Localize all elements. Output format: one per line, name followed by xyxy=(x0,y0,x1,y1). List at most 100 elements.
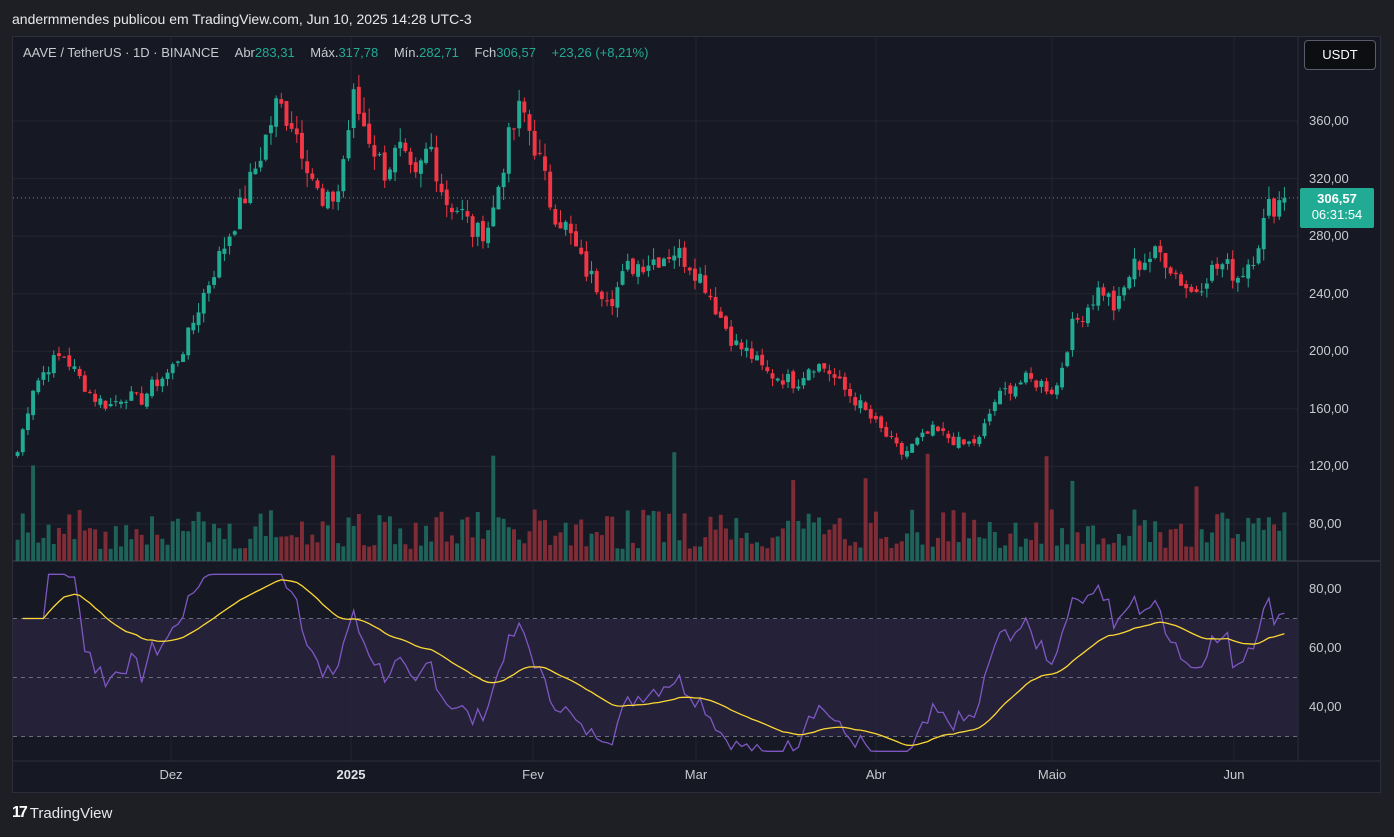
volume-bar xyxy=(729,539,734,561)
volume-bar xyxy=(734,518,739,561)
close-value: 306,57 xyxy=(496,45,536,60)
volume-bar xyxy=(1266,517,1271,561)
candle-body xyxy=(1013,386,1018,397)
candle-body xyxy=(212,277,217,285)
candle-body xyxy=(1096,287,1101,306)
volume-bar xyxy=(325,525,330,561)
volume-bar xyxy=(429,541,434,561)
candle-body xyxy=(1204,283,1209,289)
candle-body xyxy=(755,355,759,361)
candle-body xyxy=(93,393,98,402)
volume-bar xyxy=(1215,514,1220,561)
volume-bar xyxy=(496,517,501,561)
volume-bar xyxy=(108,548,113,561)
candle-body xyxy=(1266,199,1271,216)
price-axis-tick: 240,00 xyxy=(1309,286,1349,301)
candle-body xyxy=(1142,262,1147,270)
candle-body xyxy=(305,161,310,174)
candle-body xyxy=(641,266,646,273)
volume-bar xyxy=(274,537,279,561)
volume-bar xyxy=(284,536,289,561)
candle-body xyxy=(1070,318,1075,350)
candle-body xyxy=(982,423,987,437)
volume-bar xyxy=(36,542,41,561)
candle-body xyxy=(449,207,454,213)
volume-bar xyxy=(320,521,325,561)
volume-bar xyxy=(698,546,703,561)
candle-body xyxy=(1039,380,1044,387)
candle-body xyxy=(992,402,997,412)
volume-bar xyxy=(486,530,491,561)
volume-bar xyxy=(894,543,899,561)
volume-bar xyxy=(527,531,532,561)
volume-bar xyxy=(1111,542,1116,561)
candle-body xyxy=(579,247,584,254)
currency-button[interactable]: USDT xyxy=(1304,40,1376,70)
price-chart[interactable] xyxy=(0,0,1394,837)
volume-bar xyxy=(672,452,677,561)
candle-body xyxy=(341,159,346,192)
candle-body xyxy=(222,248,227,254)
volume-bar xyxy=(113,526,118,561)
candle-body xyxy=(1018,382,1023,385)
candle-body xyxy=(1215,263,1220,269)
candle-body xyxy=(563,221,568,230)
candle-body xyxy=(1085,307,1090,324)
volume-bar xyxy=(222,539,227,561)
date-axis-tick: Fev xyxy=(522,767,544,782)
candle-body xyxy=(682,247,687,267)
brand-name: TradingView xyxy=(29,804,113,822)
candle-body xyxy=(1199,291,1204,293)
candle-body xyxy=(1210,264,1214,281)
candle-body xyxy=(346,130,351,159)
candle-body xyxy=(1173,272,1178,275)
candle-body xyxy=(289,123,294,129)
candle-body xyxy=(827,370,832,375)
price-axis-tick: 280,00 xyxy=(1309,228,1349,243)
volume-bar xyxy=(1225,518,1230,561)
candle-body xyxy=(630,258,635,274)
last-price: 306,57 xyxy=(1317,191,1357,206)
candle-body xyxy=(144,393,149,407)
volume-bar xyxy=(1085,526,1090,561)
candle-body xyxy=(1065,352,1070,367)
volume-bar xyxy=(641,509,646,561)
candle-body xyxy=(941,428,946,432)
candle-body xyxy=(687,267,692,271)
candle-body xyxy=(703,275,708,293)
volume-bar xyxy=(1282,512,1287,561)
volume-bar xyxy=(574,524,578,561)
volume-bar xyxy=(755,542,759,561)
candle-body xyxy=(568,223,573,234)
volume-bar xyxy=(708,516,713,561)
candle-body xyxy=(858,400,863,409)
candle-body xyxy=(465,211,470,217)
volume-bar xyxy=(460,519,465,561)
footer-brand[interactable]: 17 TradingView xyxy=(12,804,112,822)
date-axis-tick: 2025 xyxy=(336,767,366,782)
candle-body xyxy=(336,191,341,203)
candle-body xyxy=(155,379,160,387)
candle-body xyxy=(925,431,930,434)
candle-body xyxy=(522,101,527,113)
candle-body xyxy=(124,401,129,403)
rsi-axis-tick: 60,00 xyxy=(1309,640,1342,655)
candle-body xyxy=(661,258,666,267)
symbol-title[interactable]: AAVE / TetherUS · 1D · BINANCE xyxy=(23,45,219,60)
candle-body xyxy=(372,145,377,157)
candle-body xyxy=(786,374,790,383)
volume-bar xyxy=(356,514,361,561)
volume-bar xyxy=(512,529,516,561)
volume-bar xyxy=(217,528,222,561)
candle-body xyxy=(765,367,770,372)
candle-body xyxy=(1241,275,1246,277)
volume-bar xyxy=(1039,543,1044,561)
volume-bar xyxy=(1106,544,1111,561)
candle-body xyxy=(708,295,713,298)
candle-body xyxy=(1008,385,1013,394)
volume-bar xyxy=(1251,523,1256,561)
candle-body xyxy=(1225,259,1230,264)
tradingview-logo-icon: 17 xyxy=(12,804,28,821)
candle-body xyxy=(537,152,542,154)
volume-bar xyxy=(129,539,134,561)
